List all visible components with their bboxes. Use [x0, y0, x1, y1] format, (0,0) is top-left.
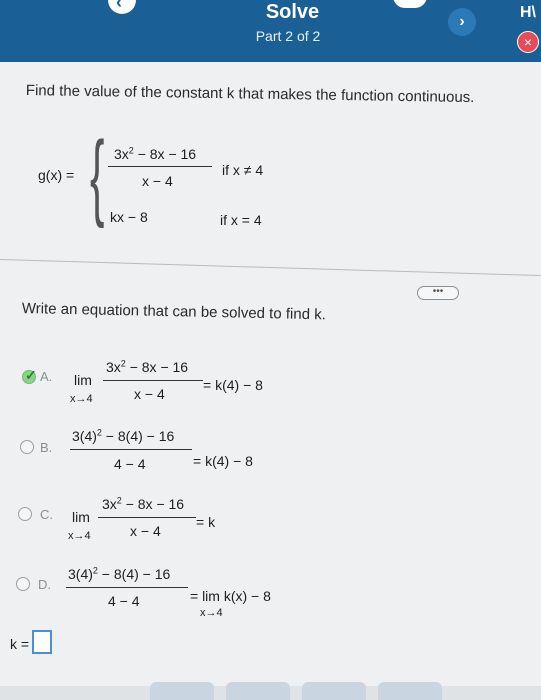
option-d-rhs: = lim k(x) − 8: [190, 588, 271, 604]
prompt-text: Write an equation that can be solved to …: [21, 300, 327, 324]
option-d-denominator: 4 − 4: [108, 593, 140, 609]
option-c-letter: C.: [40, 507, 53, 522]
answer-input[interactable]: [32, 630, 52, 654]
bottom-tab-3[interactable]: [302, 682, 366, 700]
chevron-right-icon: ›: [459, 13, 465, 30]
section-divider: [0, 259, 541, 277]
option-a-rhs: = k(4) − 8: [203, 377, 263, 393]
option-d-rhs-sub: x→4: [200, 607, 223, 619]
option-b-numerator: 3(4)2 − 8(4) − 16: [72, 427, 175, 444]
question-text: Find the value of the constant k that ma…: [25, 82, 475, 107]
option-a-radio-selected[interactable]: ✓: [22, 367, 37, 384]
option-a-denominator: x − 4: [134, 386, 165, 402]
piece1-numerator: 3x2 − 8x − 16: [114, 145, 197, 162]
bottom-tab-4[interactable]: [378, 682, 442, 700]
more-options-button[interactable]: •••: [417, 286, 459, 300]
piece2-condition: if x = 4: [220, 212, 262, 228]
option-c-radio[interactable]: [18, 507, 32, 521]
option-d-fraction-bar: [66, 587, 188, 588]
option-a-fraction-bar: [103, 380, 203, 381]
option-c-lim-sub: x→4: [68, 530, 91, 542]
option-c-numerator: 3x2 − 8x − 16: [102, 495, 185, 512]
close-button[interactable]: ×: [517, 31, 539, 53]
option-b-rhs: = k(4) − 8: [193, 453, 253, 469]
option-a-lim-sub: x→4: [70, 393, 93, 405]
option-d-letter: D.: [38, 577, 51, 592]
next-part-button[interactable]: ›: [448, 8, 476, 36]
option-d-radio[interactable]: [16, 577, 30, 591]
option-a-letter: A.: [40, 369, 53, 384]
answer-label: k =: [10, 636, 30, 652]
option-b-radio[interactable]: [20, 440, 34, 454]
option-b-fraction-bar: [70, 449, 192, 450]
piece2-expression: kx − 8: [110, 209, 148, 225]
close-icon: ×: [523, 34, 533, 50]
piece1-condition: if x ≠ 4: [222, 162, 264, 178]
option-c-rhs: = k: [196, 514, 216, 530]
option-b-letter: B.: [40, 440, 53, 455]
bottom-tab-1[interactable]: [150, 682, 214, 700]
header-bar: ‹ Solve Part 2 of 2 › H\ ×: [0, 0, 541, 62]
option-d-numerator: 3(4)2 − 8(4) − 16: [68, 565, 171, 582]
option-c-fraction-bar: [98, 517, 196, 518]
hw-label: H\: [520, 4, 536, 21]
piece1-denominator: x − 4: [142, 173, 173, 189]
piece1-fraction-bar: [108, 166, 212, 167]
piecewise-brace: {: [90, 122, 105, 229]
option-a-numerator: 3x2 − 8x − 16: [106, 358, 189, 375]
option-b-denominator: 4 − 4: [114, 456, 146, 472]
option-c-lim: lim: [72, 509, 90, 525]
function-label: g(x) =: [38, 167, 75, 183]
option-a-lim: lim: [74, 372, 92, 388]
option-c-denominator: x − 4: [130, 523, 161, 539]
bottom-tab-2[interactable]: [226, 682, 290, 700]
checkmark-icon: ✓: [25, 367, 37, 383]
